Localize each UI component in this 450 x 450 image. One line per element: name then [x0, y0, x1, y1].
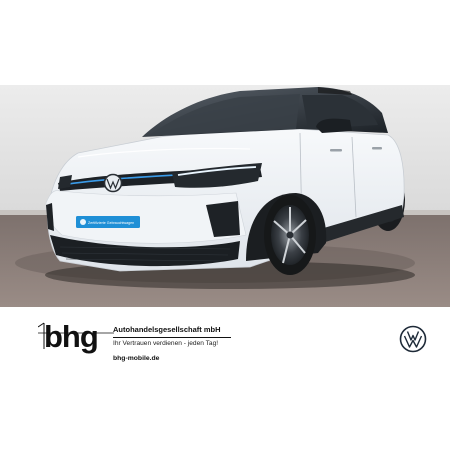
car-photo: Zertifizierte Gebrauchtwagen	[0, 85, 450, 307]
car-vw-badge	[103, 173, 123, 193]
license-plate: Zertifizierte Gebrauchtwagen	[76, 216, 140, 228]
dealer-slogan: Ihr Vertrauen verdienen - jeden Tag!	[113, 340, 219, 347]
bhg-logo: bhg	[37, 315, 114, 366]
bhg-logo-text: bhg	[44, 319, 98, 354]
vw-logo-icon	[399, 325, 427, 358]
dealer-footer: bhg Autohandelsgesellschaft mbH Ihr Vert…	[0, 307, 450, 450]
dealer-company-name: Autohandelsgesellschaft mbH	[113, 325, 231, 338]
car-photo-svg: Zertifizierte Gebrauchtwagen	[0, 85, 450, 307]
license-plate-text: Zertifizierte Gebrauchtwagen	[88, 221, 134, 225]
dealer-website: bhg-mobile.de	[113, 355, 160, 362]
